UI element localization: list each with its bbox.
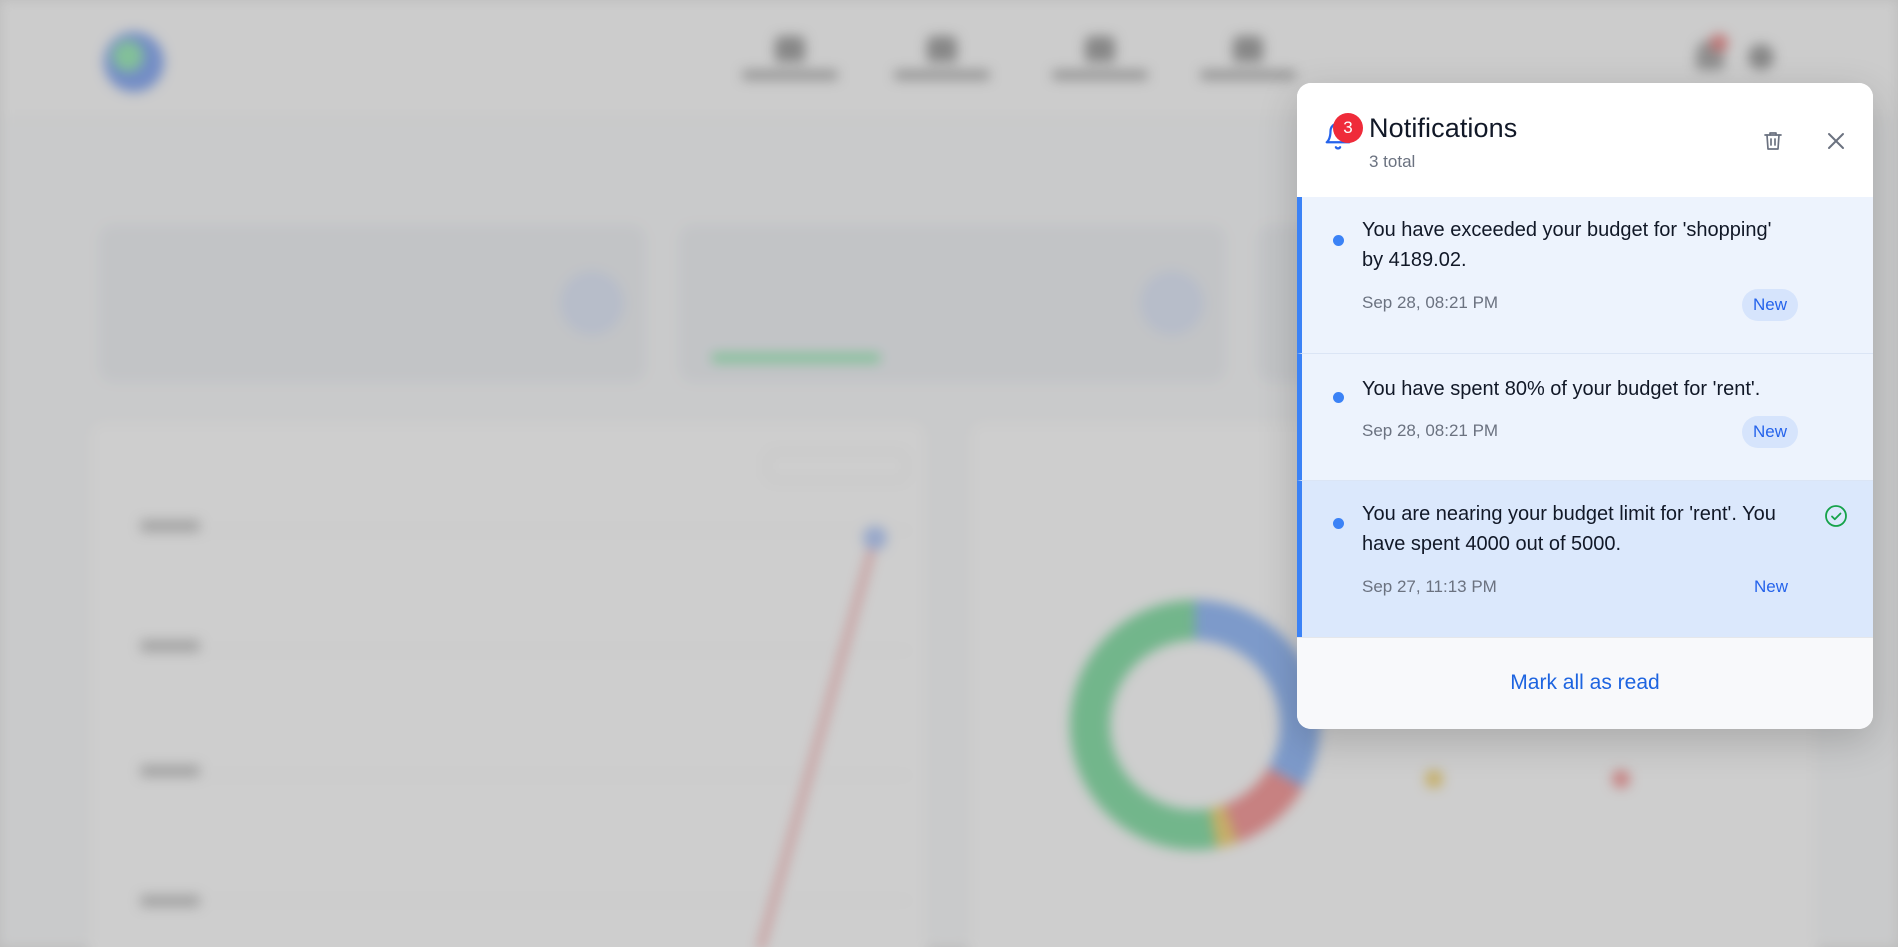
total-count: 3 total <box>1369 152 1416 171</box>
status-badge: New <box>1753 577 1788 596</box>
notifications-header: 3 Notifications 3 total <box>1297 83 1873 197</box>
notification-item[interactable]: You have spent 80% of your budget for 'r… <box>1297 354 1873 481</box>
unread-dot <box>1333 518 1344 529</box>
notification-item[interactable]: You have exceeded your budget for 'shopp… <box>1297 197 1873 354</box>
status-badge: New <box>1741 416 1798 448</box>
notification-message: You have spent 80% of your budget for 'r… <box>1362 378 1761 400</box>
status-badge: New <box>1741 289 1798 321</box>
clear-all-button[interactable] <box>1755 123 1791 159</box>
notification-message: You are nearing your budget limit for 'r… <box>1362 503 1776 555</box>
notification-time: Sep 27, 11:13 PM <box>1362 577 1497 596</box>
trash-icon <box>1764 132 1782 150</box>
unread-dot <box>1333 235 1344 246</box>
mark-read-button[interactable] <box>1824 504 1848 528</box>
notification-item[interactable]: You are nearing your budget limit for 'r… <box>1297 481 1873 637</box>
unread-count-badge: 3 <box>1333 113 1363 143</box>
notifications-panel: 3 Notifications 3 total You have exceede… <box>1297 83 1873 729</box>
mark-all-read-button[interactable]: Mark all as read <box>1297 671 1873 695</box>
close-icon <box>1828 133 1844 149</box>
notifications-footer: Mark all as read <box>1297 637 1873 729</box>
unread-dot <box>1333 392 1344 403</box>
close-button[interactable] <box>1818 123 1854 159</box>
notification-message: You have exceeded your budget for 'shopp… <box>1362 219 1772 271</box>
notification-time: Sep 28, 08:21 PM <box>1362 293 1499 312</box>
notification-time: Sep 28, 08:21 PM <box>1362 421 1499 440</box>
panel-title: Notifications <box>1369 113 1518 143</box>
